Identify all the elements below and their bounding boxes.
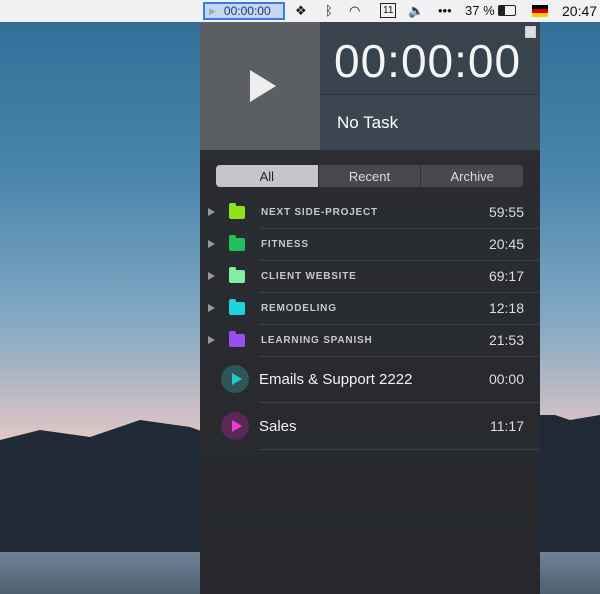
bluetooth-icon[interactable]: ᛒ <box>325 3 333 18</box>
project-name: NEXT SIDE-PROJECT <box>261 206 378 218</box>
task-time: 00:00 <box>488 371 524 387</box>
play-icon <box>231 420 242 432</box>
clock[interactable]: 20:47 <box>562 3 597 19</box>
project-row[interactable]: FITNESS 20:45 <box>200 228 540 260</box>
project-row[interactable]: REMODELING 12:18 <box>200 292 540 324</box>
dropbox-icon[interactable]: ❖ <box>295 3 307 19</box>
folder-icon <box>229 202 245 219</box>
project-name: CLIENT WEBSITE <box>261 270 357 282</box>
more-icon[interactable]: ••• <box>438 3 452 18</box>
project-row[interactable]: NEXT SIDE-PROJECT 59:55 <box>200 196 540 228</box>
project-time: 20:45 <box>488 236 524 252</box>
play-icon <box>250 70 276 102</box>
project-name: FITNESS <box>261 238 309 250</box>
menu-bar: ▶ 00:00:00 ❖ ᛒ ◠ 11 🔈 ••• 37 % 20:47 <box>0 0 600 22</box>
document-icon[interactable] <box>525 26 536 38</box>
task-time: 11:17 <box>490 418 524 434</box>
project-time: 69:17 <box>488 268 524 284</box>
wifi-icon[interactable]: ◠ <box>349 3 360 19</box>
project-time: 59:55 <box>488 204 524 220</box>
project-name: LEARNING SPANISH <box>261 334 373 346</box>
battery-percent: 37 % <box>465 3 495 18</box>
task-name: Emails & Support 2222 <box>259 370 413 388</box>
disclosure-triangle-icon[interactable] <box>208 272 215 280</box>
tab-recent[interactable]: Recent <box>317 165 421 187</box>
folder-icon <box>229 234 245 251</box>
task-play-button[interactable] <box>221 412 249 440</box>
menubar-timer[interactable]: ▶ 00:00:00 <box>203 2 285 20</box>
disclosure-triangle-icon[interactable] <box>208 336 215 344</box>
start-timer-button[interactable] <box>200 22 320 150</box>
tab-archive[interactable]: Archive <box>420 165 523 187</box>
play-icon <box>231 373 242 385</box>
divider <box>259 449 540 450</box>
disclosure-triangle-icon[interactable] <box>208 240 215 248</box>
folder-icon <box>229 330 245 347</box>
current-task[interactable]: No Task <box>320 94 540 150</box>
menubar-timer-text: 00:00:00 <box>223 4 271 18</box>
project-row[interactable]: CLIENT WEBSITE 69:17 <box>200 260 540 292</box>
timer-display: 00:00:00 No Task <box>320 22 540 150</box>
project-time: 21:53 <box>488 332 524 348</box>
battery-icon[interactable] <box>498 5 516 16</box>
play-icon: ▶ <box>209 5 216 16</box>
disclosure-triangle-icon[interactable] <box>208 208 215 216</box>
task-row[interactable]: Sales 11:17 <box>200 403 540 449</box>
project-time: 12:18 <box>488 300 524 316</box>
task-play-button[interactable] <box>221 365 249 393</box>
folder-icon <box>229 298 245 315</box>
project-row[interactable]: LEARNING SPANISH 21:53 <box>200 324 540 356</box>
volume-icon[interactable]: 🔈 <box>408 3 424 19</box>
tab-all[interactable]: All <box>216 165 318 187</box>
project-name: REMODELING <box>261 302 337 314</box>
timer-popover: 00:00:00 No Task All Recent Archive NEXT… <box>200 22 540 594</box>
filter-tabs: All Recent Archive <box>216 165 523 187</box>
german-flag-icon[interactable] <box>532 5 548 17</box>
disclosure-triangle-icon[interactable] <box>208 304 215 312</box>
task-name: Sales <box>259 417 297 435</box>
elapsed-time: 00:00:00 <box>334 35 522 87</box>
calendar-icon[interactable]: 11 <box>380 3 397 18</box>
task-row[interactable]: Emails & Support 2222 00:00 <box>200 356 540 402</box>
folder-icon <box>229 266 245 283</box>
